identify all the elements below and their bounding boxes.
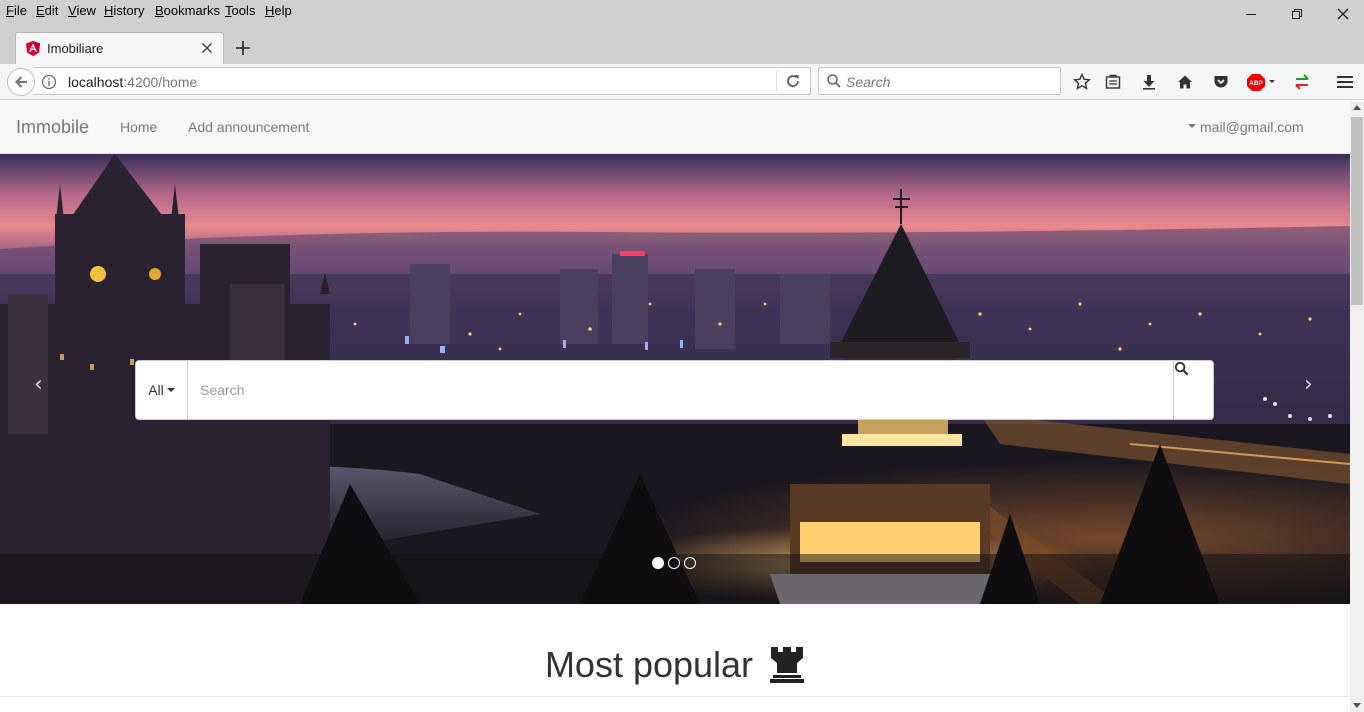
pocket-button[interactable] [1209, 70, 1233, 94]
carousel-indicators [652, 557, 696, 569]
back-icon [14, 76, 27, 88]
restore-icon [1292, 9, 1302, 19]
most-popular-heading: Most popular [0, 644, 1350, 686]
download-icon [1143, 75, 1155, 90]
site-brand[interactable]: Immobile [16, 117, 89, 138]
scroll-up-arrow-icon[interactable] [1353, 105, 1361, 110]
scroll-down-arrow-icon[interactable] [1353, 703, 1361, 708]
menu-help[interactable]: Help [265, 3, 292, 18]
url-text: localhost:4200/home [68, 74, 197, 90]
url-bar[interactable]: localhost:4200/home [33, 67, 811, 95]
caret-down-icon [166, 388, 175, 392]
carousel-indicator-3[interactable] [684, 557, 696, 569]
menu-file[interactable]: File [6, 3, 27, 18]
menu-edit[interactable]: Edit [36, 3, 58, 18]
page-scrollbar[interactable] [1350, 101, 1364, 712]
adblock-icon: ABP [1247, 74, 1275, 91]
site-navbar: Immobile Home Add announcement mail@gmai… [0, 101, 1350, 154]
bookmark-star-icon [1073, 73, 1091, 90]
menu-tools[interactable]: Tools [225, 3, 255, 18]
most-popular-title: Most popular [544, 644, 754, 685]
url-host: localhost [68, 74, 124, 90]
browser-search-placeholder: Search [846, 74, 891, 90]
browser-toolbar: localhost:4200/home Search ABP [0, 64, 1364, 100]
bookmark-star-button[interactable] [1070, 70, 1094, 94]
hamburger-menu-icon [1337, 76, 1353, 88]
close-icon [1337, 8, 1349, 20]
carousel-next-button[interactable]: › [1304, 372, 1313, 397]
rook-icon [770, 647, 805, 683]
home-button[interactable] [1173, 70, 1197, 94]
search-category-label: All [148, 382, 164, 398]
carousel-prev-button[interactable]: ‹ [34, 372, 43, 397]
tab-title: Imobiliare [47, 41, 104, 56]
hero-carousel: ‹ › All [0, 154, 1350, 604]
section-divider [0, 696, 1350, 697]
hero-search-input[interactable] [188, 361, 1174, 419]
back-button[interactable] [7, 68, 35, 96]
tab-imobiliare[interactable]: Imobiliare [15, 32, 224, 64]
user-menu-dropdown[interactable]: mail@gmail.com [1188, 119, 1304, 135]
angular-favicon-icon [26, 41, 40, 56]
menu-bookmarks[interactable]: Bookmarks [155, 3, 220, 18]
web-page: Immobile Home Add announcement mail@gmai… [0, 101, 1350, 712]
extension-arrows-button[interactable] [1290, 70, 1314, 94]
search-category-dropdown[interactable]: All [136, 361, 188, 419]
menu-history[interactable]: History [104, 3, 144, 18]
nav-add-announcement-link[interactable]: Add announcement [188, 119, 309, 135]
reader-icon [1105, 74, 1121, 89]
hero-search-button[interactable] [1173, 361, 1213, 419]
urlbar-separator [776, 71, 777, 92]
hamburger-menu-button[interactable] [1333, 70, 1357, 94]
nav-home-link[interactable]: Home [120, 119, 157, 135]
scroll-thumb[interactable] [1351, 117, 1363, 305]
browser-search-box[interactable]: Search [818, 67, 1061, 95]
url-path: :4200/home [123, 74, 198, 90]
downloads-button[interactable] [1137, 70, 1161, 94]
hero-search-group: All [135, 360, 1214, 420]
search-icon [827, 74, 841, 88]
tab-close-icon[interactable] [199, 40, 215, 56]
pocket-icon [1214, 76, 1228, 88]
new-tab-icon[interactable] [233, 38, 253, 58]
search-icon [1174, 361, 1189, 376]
adblock-button[interactable]: ABP [1245, 70, 1279, 94]
reload-icon[interactable] [785, 73, 801, 89]
svg-text:ABP: ABP [1249, 80, 1263, 87]
reader-button[interactable] [1101, 70, 1125, 94]
caret-down-icon [1188, 124, 1196, 129]
tab-strip: Imobiliare [0, 24, 1364, 64]
home-icon [1178, 75, 1192, 89]
menu-bar: File Edit View History Bookmarks Tools H… [0, 0, 1364, 24]
carousel-indicator-1[interactable] [652, 557, 664, 569]
info-icon[interactable] [41, 74, 57, 90]
carousel-indicator-2[interactable] [668, 557, 680, 569]
extension-arrows-icon [1295, 74, 1309, 90]
minimize-icon [1246, 14, 1256, 15]
user-email: mail@gmail.com [1200, 119, 1304, 135]
menu-view[interactable]: View [68, 3, 96, 18]
